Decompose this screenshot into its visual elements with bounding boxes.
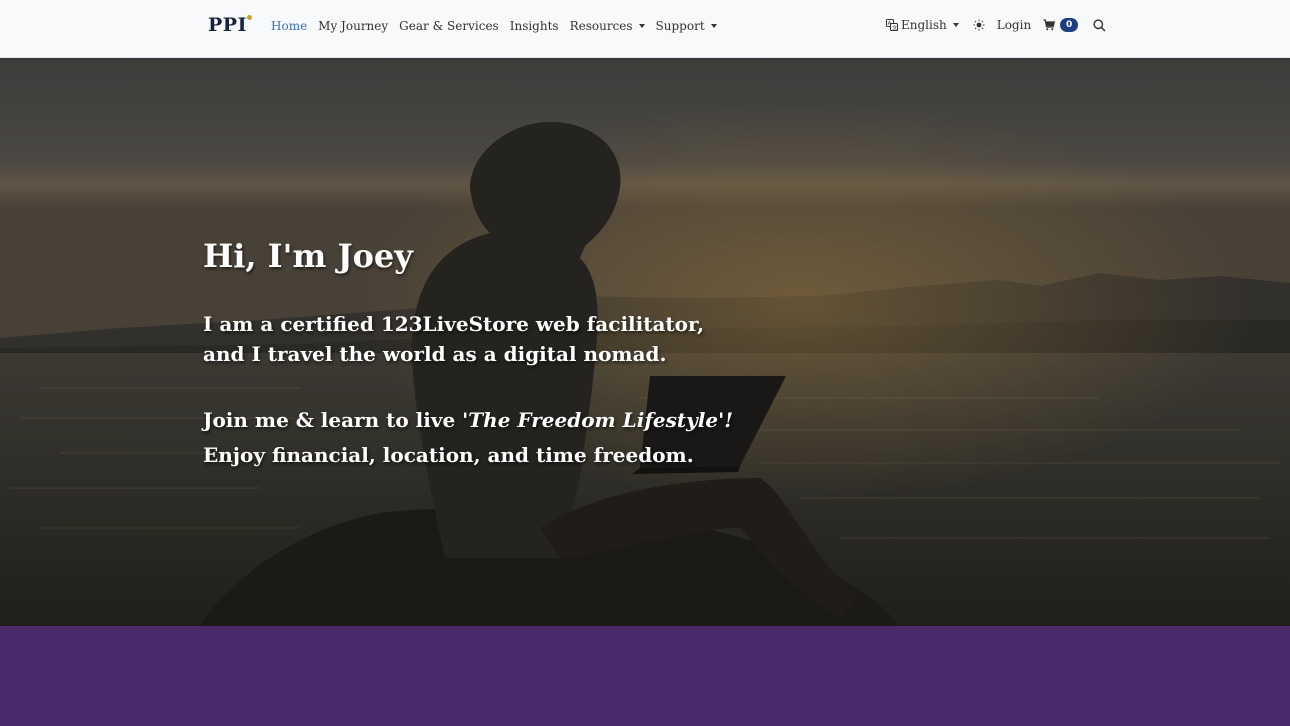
brand-logo-dot [246, 15, 252, 20]
nav-support-label: Support [655, 19, 705, 33]
main-nav: Home My Journey Gear & Services Insights… [271, 19, 728, 33]
purple-section-band [0, 626, 1290, 726]
language-selector[interactable]: A 文 English [886, 18, 959, 32]
nav-gear-services[interactable]: Gear & Services [399, 19, 499, 33]
nav-home-label: Home [271, 19, 308, 33]
brand-logo-text: PPI [208, 14, 247, 36]
nav-resources-label: Resources [569, 19, 633, 33]
nav-my-journey-label: My Journey [318, 19, 389, 33]
hero-line-4: Enjoy financial, location, and time free… [203, 443, 694, 467]
hero-text-block: Hi, I'm Joey I am a certified 123LiveSto… [203, 240, 733, 473]
nav-right-tools: A 文 English Login 0 [886, 18, 1106, 32]
svg-text:A: A [888, 21, 892, 27]
cart-button[interactable]: 0 [1043, 18, 1079, 32]
nav-support[interactable]: Support [656, 19, 717, 33]
hero-intro: I am a certified 123LiveStore web facili… [203, 309, 733, 369]
login-link[interactable]: Login [997, 18, 1031, 32]
hero-line-2: and I travel the world as a digital noma… [203, 342, 667, 366]
nav-insights-label: Insights [509, 19, 559, 33]
hero-section: Hi, I'm Joey I am a certified 123LiveSto… [0, 58, 1290, 626]
hero-line-3-emphasis: 'The Freedom Lifestyle'! [462, 408, 733, 432]
nav-home[interactable]: Home [271, 19, 307, 33]
brand-logo[interactable]: PPI [208, 14, 252, 36]
top-navbar: PPI Home My Journey Gear & Services Insi… [0, 0, 1290, 58]
nav-insights[interactable]: Insights [510, 19, 559, 33]
nav-gear-services-label: Gear & Services [399, 19, 499, 33]
chevron-down-icon [952, 23, 959, 27]
cart-icon [1043, 19, 1056, 31]
hero-line-3-prefix: Join me & learn to live [203, 408, 463, 432]
hero-title: Hi, I'm Joey [203, 237, 413, 275]
search-icon[interactable] [1093, 18, 1106, 32]
chevron-down-icon [638, 24, 645, 28]
language-label: English [901, 18, 947, 32]
sun-icon[interactable] [973, 19, 985, 31]
svg-text:文: 文 [892, 24, 897, 31]
nav-resources[interactable]: Resources [570, 19, 645, 33]
hero-cta-text: Join me & learn to live 'The Freedom Lif… [203, 403, 733, 473]
cart-count-badge: 0 [1060, 18, 1079, 32]
nav-my-journey[interactable]: My Journey [318, 19, 388, 33]
translate-icon: A 文 [886, 19, 898, 31]
hero-line-1: I am a certified 123LiveStore web facili… [203, 312, 705, 336]
chevron-down-icon [710, 24, 717, 28]
